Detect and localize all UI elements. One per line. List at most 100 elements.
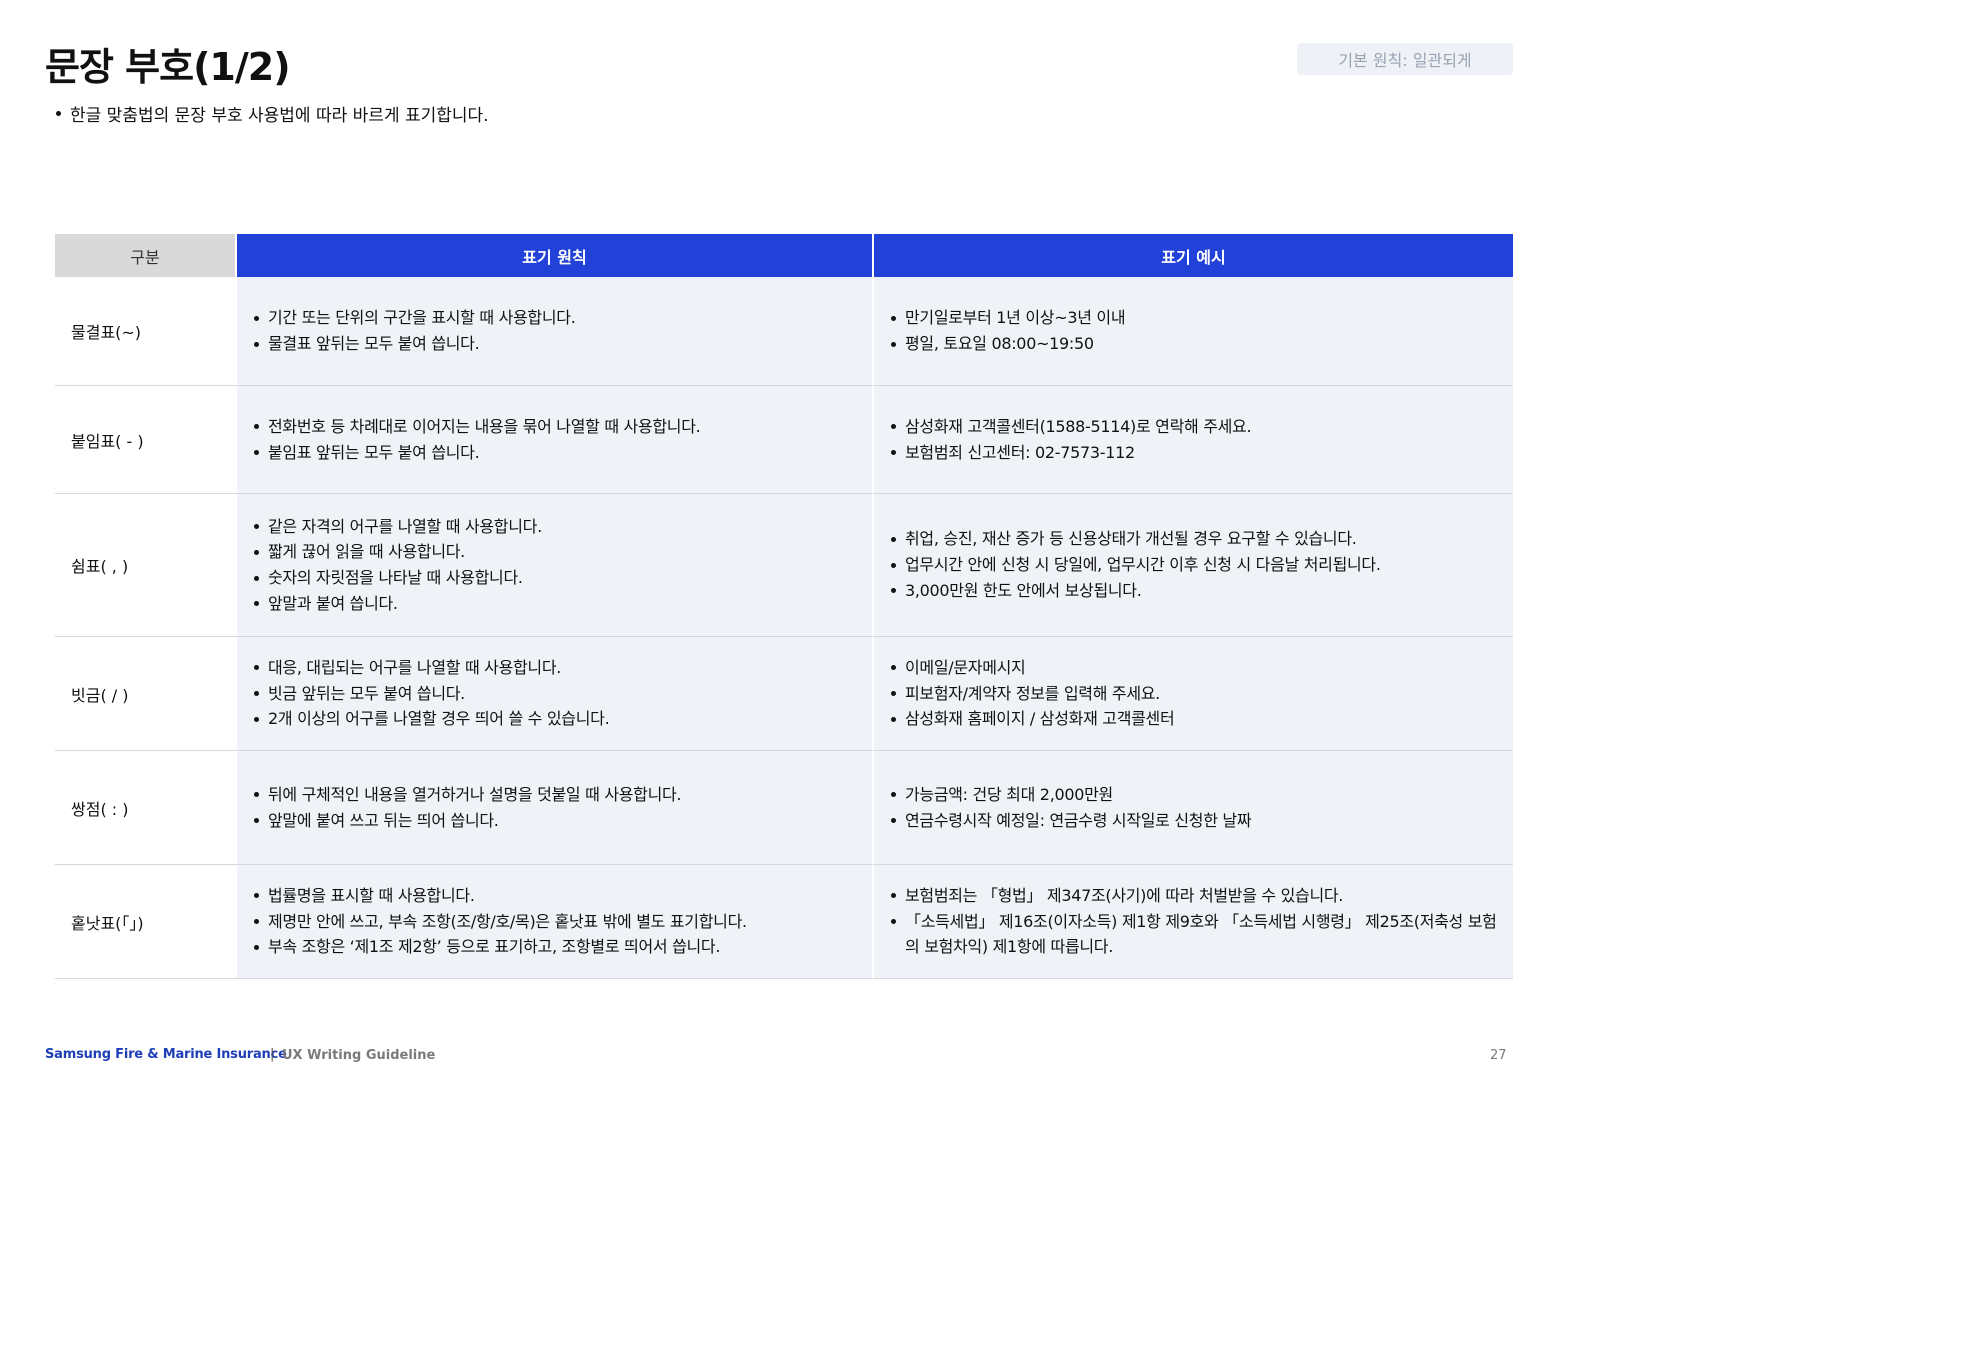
row-category: 붙임표( - ) xyxy=(55,386,237,494)
row-rules: 같은 자격의 어구를 나열할 때 사용합니다. 짧게 끊어 읽을 때 사용합니다… xyxy=(237,494,874,637)
bullet-icon xyxy=(891,893,896,899)
row-category-label: 쉼표( , ) xyxy=(71,557,129,576)
example-text: 업무시간 안에 신청 시 당일에, 업무시간 이후 신청 시 다음날 처리됩니다… xyxy=(905,555,1381,575)
bullet-icon xyxy=(254,424,259,430)
punctuation-guide-table: 구분 표기 원칙 표기 예시 물결표(~) 기간 또는 단위의 구간을 표시할 … xyxy=(55,234,1513,979)
bullet-icon xyxy=(891,450,896,455)
footer-guide-title: UX Writing Guideline xyxy=(282,1048,436,1063)
bullet-icon xyxy=(891,818,896,823)
example-text: 평일, 토요일 08:00~19:50 xyxy=(905,334,1094,353)
bullet-icon xyxy=(254,691,259,697)
row-rules: 법률명을 표시할 때 사용합니다. 제명만 안에 쓰고, 부속 조항(조/항/호… xyxy=(237,865,874,979)
rule-text: 법률명을 표시할 때 사용합니다. xyxy=(268,885,475,905)
bullet-icon xyxy=(891,315,896,321)
example-item: 만기일로부터 1년 이상~3년 이내 xyxy=(891,305,1497,331)
row-rules: 전화번호 등 차례대로 이어지는 내용을 묶어 나열할 때 사용합니다. 붙임표… xyxy=(237,386,874,494)
row-category: 홑낫표(「」) xyxy=(55,865,237,979)
rule-text: 같은 자격의 어구를 나열할 때 사용합니다. xyxy=(268,516,542,536)
rule-item: 짧게 끊어 읽을 때 사용합니다. xyxy=(254,539,860,565)
rule-item: 전화번호 등 차례대로 이어지는 내용을 묶어 나열할 때 사용합니다. xyxy=(254,414,860,440)
row-category: 물결표(~) xyxy=(55,277,237,386)
rule-item: 법률명을 표시할 때 사용합니다. xyxy=(254,883,860,909)
example-text: 만기일로부터 1년 이상~3년 이내 xyxy=(905,308,1126,328)
example-text: 피보험자/계약자 정보를 입력해 주세요. xyxy=(905,683,1160,703)
example-text: 삼성화재 고객콜센터(1588-5114)로 연락해 주세요. xyxy=(905,416,1252,436)
row-rules: 뒤에 구체적인 내용을 열거하거나 설명을 덧붙일 때 사용합니다. 앞말에 붙… xyxy=(237,751,874,865)
example-item: 보험범죄 신고센터: 02-7573-112 xyxy=(891,440,1497,466)
bullet-icon xyxy=(891,562,896,568)
bullet-icon xyxy=(891,341,896,347)
rule-item: 붙임표 앞뒤는 모두 붙여 씁니다. xyxy=(254,440,860,466)
row-rules: 대응, 대립되는 어구를 나열할 때 사용합니다. 빗금 앞뒤는 모두 붙여 씁… xyxy=(237,637,874,751)
rule-text: 빗금 앞뒤는 모두 붙여 씁니다. xyxy=(268,683,465,703)
bullet-icon xyxy=(891,716,896,722)
bullet-icon xyxy=(891,665,896,671)
rule-text: 전화번호 등 차례대로 이어지는 내용을 묶어 나열할 때 사용합니다. xyxy=(268,416,701,436)
footer-separator: | xyxy=(270,1047,275,1062)
rule-text: 기간 또는 단위의 구간을 표시할 때 사용합니다. xyxy=(268,308,576,328)
row-category-label: 붙임표( - ) xyxy=(71,431,144,451)
bullet-icon xyxy=(891,691,896,697)
column-header-category: 구분 xyxy=(55,234,237,277)
bullet-icon xyxy=(891,536,896,542)
bullet-icon xyxy=(254,341,259,347)
bullet-icon xyxy=(254,944,259,950)
rule-item: 숫자의 자릿점을 나타날 때 사용합니다. xyxy=(254,565,860,591)
row-examples: 이메일/문자메시지 피보험자/계약자 정보를 입력해 주세요. 삼성화재 홈페이… xyxy=(874,637,1513,751)
row-category-label: 빗금( / ) xyxy=(71,685,129,705)
example-text: 이메일/문자메시지 xyxy=(905,657,1026,677)
example-item: 「소득세법」 제16조(이자소득) 제1항 제9호와 「소득세법 시행령」 제2… xyxy=(891,909,1497,960)
bullet-icon xyxy=(891,919,896,925)
example-item: 삼성화재 홈페이지 / 삼성화재 고객콜센터 xyxy=(891,706,1497,732)
footer-brand-logo: Samsung Fire & Marine Insurance xyxy=(45,1047,287,1062)
rule-item: 부속 조항은 ‘제1조 제2항’ 등으로 표기하고, 조항별로 띄어서 씁니다. xyxy=(254,934,860,960)
row-examples: 만기일로부터 1년 이상~3년 이내 평일, 토요일 08:00~19:50 xyxy=(874,277,1513,386)
row-category: 쉼표( , ) xyxy=(55,494,237,637)
bullet-icon xyxy=(254,818,259,823)
row-category-label: 쌍점( : ) xyxy=(71,799,129,819)
rule-text: 물결표 앞뒤는 모두 붙여 씁니다. xyxy=(268,334,480,353)
bullet-icon xyxy=(254,315,259,321)
example-text: 「소득세법」 제16조(이자소득) 제1항 제9호와 「소득세법 시행령」 제2… xyxy=(905,911,1497,957)
rule-item: 제명만 안에 쓰고, 부속 조항(조/항/호/목)은 홑낫표 밖에 별도 표기합… xyxy=(254,909,860,935)
principle-badge: 기본 원칙: 일관되게 xyxy=(1297,43,1513,75)
rule-text: 뒤에 구체적인 내용을 열거하거나 설명을 덧붙일 때 사용합니다. xyxy=(268,784,682,804)
bullet-icon xyxy=(254,665,259,671)
rule-item: 빗금 앞뒤는 모두 붙여 씁니다. xyxy=(254,681,860,707)
example-item: 보험범죄는 「형법」 제347조(사기)에 따라 처벌받을 수 있습니다. xyxy=(891,883,1497,909)
example-item: 연금수령시작 예정일: 연금수령 시작일로 신청한 날짜 xyxy=(891,808,1497,834)
row-category-label: 홑낫표(「」) xyxy=(71,913,144,933)
row-category: 빗금( / ) xyxy=(55,637,237,751)
row-rules: 기간 또는 단위의 구간을 표시할 때 사용합니다. 물결표 앞뒤는 모두 붙여… xyxy=(237,277,874,386)
row-examples: 삼성화재 고객콜센터(1588-5114)로 연락해 주세요. 보험범죄 신고센… xyxy=(874,386,1513,494)
example-item: 삼성화재 고객콜센터(1588-5114)로 연락해 주세요. xyxy=(891,414,1497,440)
rule-item: 대응, 대립되는 어구를 나열할 때 사용합니다. xyxy=(254,655,860,681)
example-text: 취업, 승진, 재산 증가 등 신용상태가 개선될 경우 요구할 수 있습니다. xyxy=(905,529,1357,549)
rule-text: 숫자의 자릿점을 나타날 때 사용합니다. xyxy=(268,568,523,587)
rule-item: 2개 이상의 어구를 나열할 경우 띄어 쓸 수 있습니다. xyxy=(254,706,860,732)
rule-text: 앞말과 붙여 씁니다. xyxy=(268,593,398,613)
rule-text: 짧게 끊어 읽을 때 사용합니다. xyxy=(268,542,465,562)
row-examples: 취업, 승진, 재산 증가 등 신용상태가 개선될 경우 요구할 수 있습니다.… xyxy=(874,494,1513,637)
example-text: 보험범죄는 「형법」 제347조(사기)에 따라 처벌받을 수 있습니다. xyxy=(905,885,1344,905)
rule-text: 2개 이상의 어구를 나열할 경우 띄어 쓸 수 있습니다. xyxy=(268,709,610,729)
example-item: 취업, 승진, 재산 증가 등 신용상태가 개선될 경우 요구할 수 있습니다. xyxy=(891,526,1497,552)
bullet-icon xyxy=(891,424,896,430)
example-item: 피보험자/계약자 정보를 입력해 주세요. xyxy=(891,681,1497,707)
rule-item: 기간 또는 단위의 구간을 표시할 때 사용합니다. xyxy=(254,305,860,331)
bullet-icon xyxy=(254,601,259,607)
rule-item: 앞말과 붙여 씁니다. xyxy=(254,591,860,617)
example-text: 삼성화재 홈페이지 / 삼성화재 고객콜센터 xyxy=(905,709,1175,729)
rule-item: 뒤에 구체적인 내용을 열거하거나 설명을 덧붙일 때 사용합니다. xyxy=(254,782,860,808)
bullet-icon xyxy=(891,792,896,798)
bullet-icon xyxy=(254,919,259,925)
row-category-label: 물결표(~) xyxy=(71,323,142,342)
example-text: 3,000만원 한도 안에서 보상됩니다. xyxy=(905,580,1142,600)
rule-item: 같은 자격의 어구를 나열할 때 사용합니다. xyxy=(254,514,860,540)
column-header-rule: 표기 원칙 xyxy=(237,234,874,277)
page-number: 27 xyxy=(1490,1048,1507,1063)
rule-item: 앞말에 붙여 쓰고 뒤는 띄어 씁니다. xyxy=(254,808,860,834)
page-intro: 한글 맞춤법의 문장 부호 사용법에 따라 바르게 표기합니다. xyxy=(56,101,489,126)
bullet-icon xyxy=(56,111,61,116)
row-examples: 보험범죄는 「형법」 제347조(사기)에 따라 처벌받을 수 있습니다. 「소… xyxy=(874,865,1513,979)
